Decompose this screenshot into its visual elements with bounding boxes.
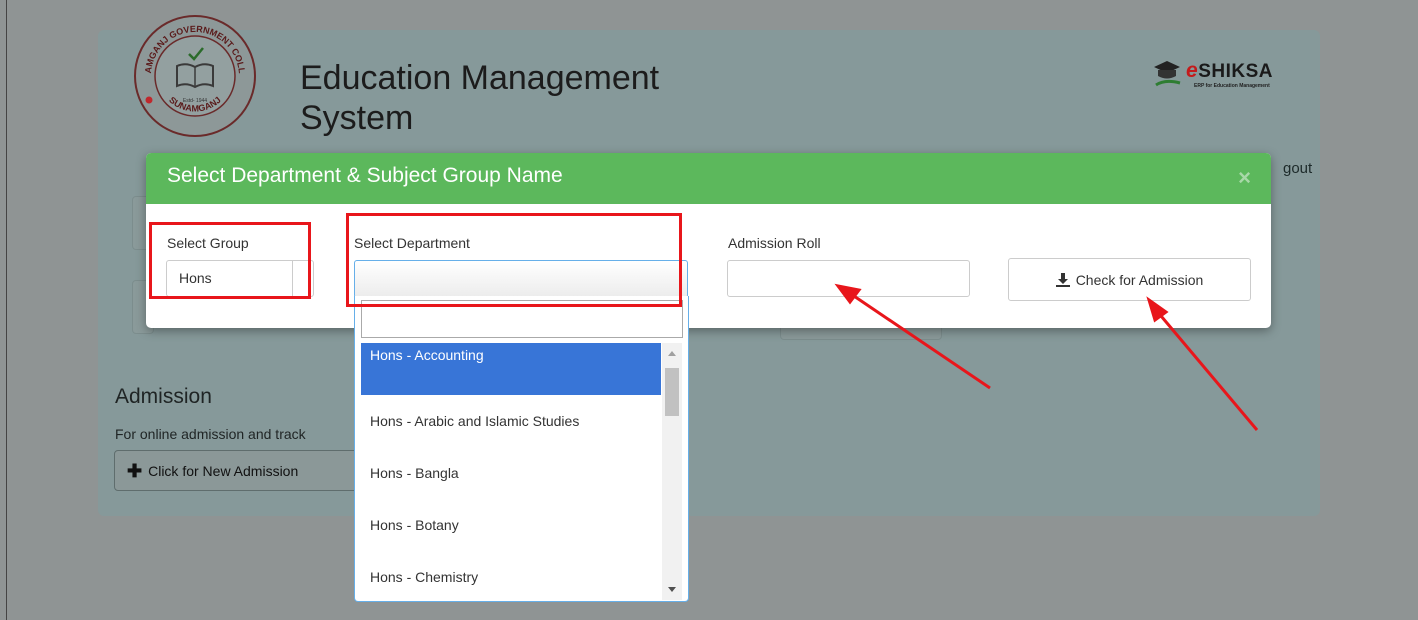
annotation-arrow xyxy=(847,290,991,390)
annotation-arrows xyxy=(834,283,1259,431)
annotation-arrow xyxy=(1154,309,1259,431)
annotation-arrowhead xyxy=(834,283,862,305)
